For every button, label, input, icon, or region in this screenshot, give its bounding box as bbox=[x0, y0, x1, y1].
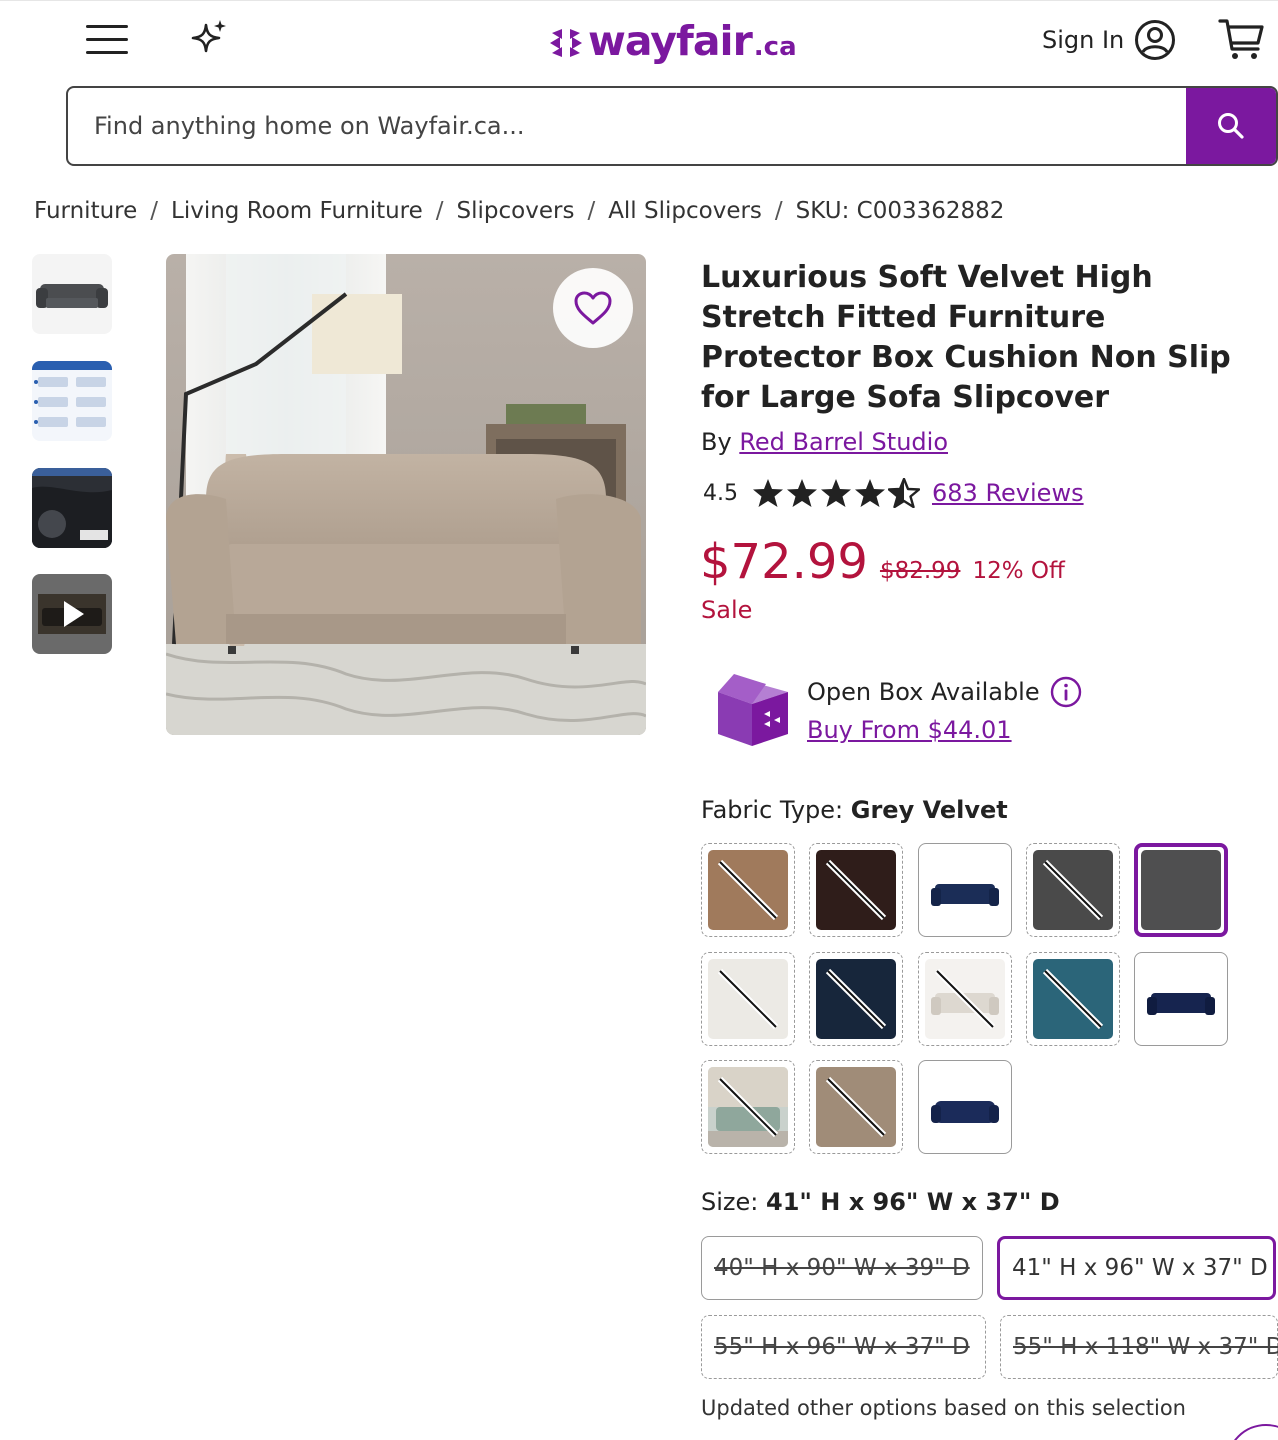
reviews-link[interactable]: 683 Reviews bbox=[932, 479, 1084, 507]
fabric-type-label: Fabric Type: Grey Velvet bbox=[701, 796, 1008, 824]
size-option-label: 41" H x 96" W x 37" D bbox=[1012, 1255, 1268, 1281]
thumbnail-sofa-grey[interactable] bbox=[32, 254, 112, 334]
breadcrumb: Furniture / Living Room Furniture / Slip… bbox=[34, 198, 1004, 224]
search-input[interactable] bbox=[68, 88, 1186, 164]
open-box-buy-link[interactable]: Buy From $44.01 bbox=[807, 716, 1012, 744]
fabric-type-selected: Grey Velvet bbox=[850, 796, 1008, 824]
size-option-41x96x37[interactable]: 41" H x 96" W x 37" D bbox=[997, 1236, 1276, 1300]
rating-value: 4.5 bbox=[703, 480, 738, 506]
fabric-swatch-dark-grey-velvet[interactable] bbox=[1026, 843, 1120, 937]
size-option-55x96x37[interactable]: 55" H x 96" W x 37" D bbox=[701, 1315, 986, 1379]
original-price: $82.99 bbox=[879, 558, 961, 584]
sparkle-icon[interactable] bbox=[186, 17, 230, 61]
star-icon bbox=[753, 479, 783, 507]
unavailable-strike bbox=[825, 1076, 887, 1138]
size-option-55x118x37[interactable]: 55" H x 118" W x 37" D bbox=[1000, 1315, 1278, 1379]
unavailable-strike bbox=[934, 968, 996, 1030]
brand-line: By Red Barrel Studio bbox=[701, 428, 948, 456]
fabric-swatch-ivory-velvet[interactable] bbox=[701, 952, 795, 1046]
sale-price: $72.99 bbox=[700, 534, 868, 590]
search-button[interactable] bbox=[1186, 88, 1276, 164]
size-prefix: Size: bbox=[701, 1188, 759, 1216]
half-star-icon bbox=[888, 478, 920, 508]
fabric-swatch-navy-sofa[interactable] bbox=[918, 843, 1012, 937]
cart-icon[interactable] bbox=[1216, 15, 1266, 63]
rating-row: 4.5 683 Reviews bbox=[703, 476, 1084, 510]
price-row: $72.99 $82.99 12% Off bbox=[700, 534, 1065, 590]
breadcrumb-sku: SKU: C003362882 bbox=[795, 198, 1005, 224]
search-bar bbox=[66, 86, 1278, 166]
unavailable-strike bbox=[717, 968, 779, 1030]
open-box-title: Open Box Available bbox=[807, 676, 1082, 708]
star-icon bbox=[855, 479, 885, 507]
size-option-40x90x39[interactable]: 40" H x 90" W x 39" D bbox=[701, 1236, 983, 1300]
fabric-type-prefix: Fabric Type: bbox=[701, 796, 844, 824]
account-icon bbox=[1135, 20, 1176, 60]
fabric-swatch-navy-sofa-2[interactable] bbox=[1134, 952, 1228, 1046]
size-option-label: 55" H x 118" W x 37" D bbox=[1013, 1334, 1278, 1360]
sale-label: Sale bbox=[701, 596, 753, 624]
heart-icon bbox=[574, 291, 612, 325]
open-box-label: Open Box Available bbox=[807, 678, 1040, 706]
discount-label: 12% Off bbox=[972, 558, 1065, 584]
size-option-label: 55" H x 96" W x 37" D bbox=[714, 1334, 970, 1360]
star-rating[interactable] bbox=[752, 478, 920, 508]
star-icon bbox=[821, 479, 851, 507]
fabric-swatch-dark-brown-velvet[interactable] bbox=[809, 843, 903, 937]
size-selected: 41" H x 96" W x 37" D bbox=[766, 1188, 1060, 1216]
fabric-swatch-taupe-velvet[interactable] bbox=[809, 1060, 903, 1154]
breadcrumb-furniture[interactable]: Furniture bbox=[34, 198, 137, 224]
thumbnail-installation-instruction[interactable] bbox=[32, 361, 112, 441]
unavailable-strike bbox=[717, 859, 779, 921]
updated-options-note: Updated other options based on this sele… bbox=[701, 1396, 1186, 1420]
logo-text: wayfair bbox=[588, 17, 753, 65]
fabric-swatch-sage-sofa[interactable] bbox=[701, 1060, 795, 1154]
breadcrumb-all-slipcovers[interactable]: All Slipcovers bbox=[608, 198, 762, 224]
menu-icon[interactable] bbox=[84, 19, 130, 59]
unavailable-strike bbox=[1042, 968, 1104, 1030]
fabric-swatch-ivory-sofa[interactable] bbox=[918, 952, 1012, 1046]
wayfair-logo[interactable]: wayfair .ca bbox=[548, 13, 797, 69]
size-option-label: 40" H x 90" W x 39" D bbox=[714, 1255, 970, 1281]
fabric-swatch-grey-velvet[interactable] bbox=[1134, 843, 1228, 937]
open-box-icon bbox=[712, 668, 794, 750]
search-icon bbox=[1218, 113, 1244, 139]
sign-in-button[interactable]: Sign In bbox=[1042, 17, 1176, 63]
thumbnail-video[interactable] bbox=[32, 574, 112, 654]
breadcrumb-slipcovers[interactable]: Slipcovers bbox=[457, 198, 575, 224]
unavailable-strike bbox=[1042, 859, 1104, 921]
breadcrumb-separator: / bbox=[774, 198, 783, 224]
unavailable-strike bbox=[717, 1076, 779, 1138]
fabric-swatch-navy-velvet[interactable] bbox=[809, 952, 903, 1046]
breadcrumb-separator: / bbox=[587, 198, 596, 224]
unavailable-strike bbox=[825, 859, 887, 921]
fabric-swatch-navy-sofa-3[interactable] bbox=[918, 1060, 1012, 1154]
product-title: Luxurious Soft Velvet High Stretch Fitte… bbox=[701, 260, 1231, 415]
breadcrumb-living-room-furniture[interactable]: Living Room Furniture bbox=[171, 198, 423, 224]
logo-tld: .ca bbox=[753, 32, 797, 62]
fabric-swatch-brown-velvet[interactable] bbox=[701, 843, 795, 937]
brand-link[interactable]: Red Barrel Studio bbox=[739, 428, 948, 456]
thumbnail-high-stretch-velvet[interactable] bbox=[32, 468, 112, 548]
size-label: Size: 41" H x 96" W x 37" D bbox=[701, 1188, 1060, 1216]
favorite-heart-button[interactable] bbox=[553, 268, 633, 348]
unavailable-strike bbox=[825, 968, 887, 1030]
site-header: wayfair .ca Sign In bbox=[0, 0, 1278, 80]
wayfair-pinwheel-icon bbox=[550, 29, 582, 57]
by-prefix: By bbox=[701, 428, 732, 456]
breadcrumb-separator: / bbox=[150, 198, 159, 224]
breadcrumb-separator: / bbox=[435, 198, 444, 224]
chat-button[interactable] bbox=[1226, 1424, 1278, 1440]
star-icon bbox=[787, 479, 817, 507]
sign-in-label: Sign In bbox=[1042, 26, 1125, 54]
fabric-swatch-teal-velvet[interactable] bbox=[1026, 952, 1120, 1046]
info-icon[interactable] bbox=[1050, 676, 1082, 708]
